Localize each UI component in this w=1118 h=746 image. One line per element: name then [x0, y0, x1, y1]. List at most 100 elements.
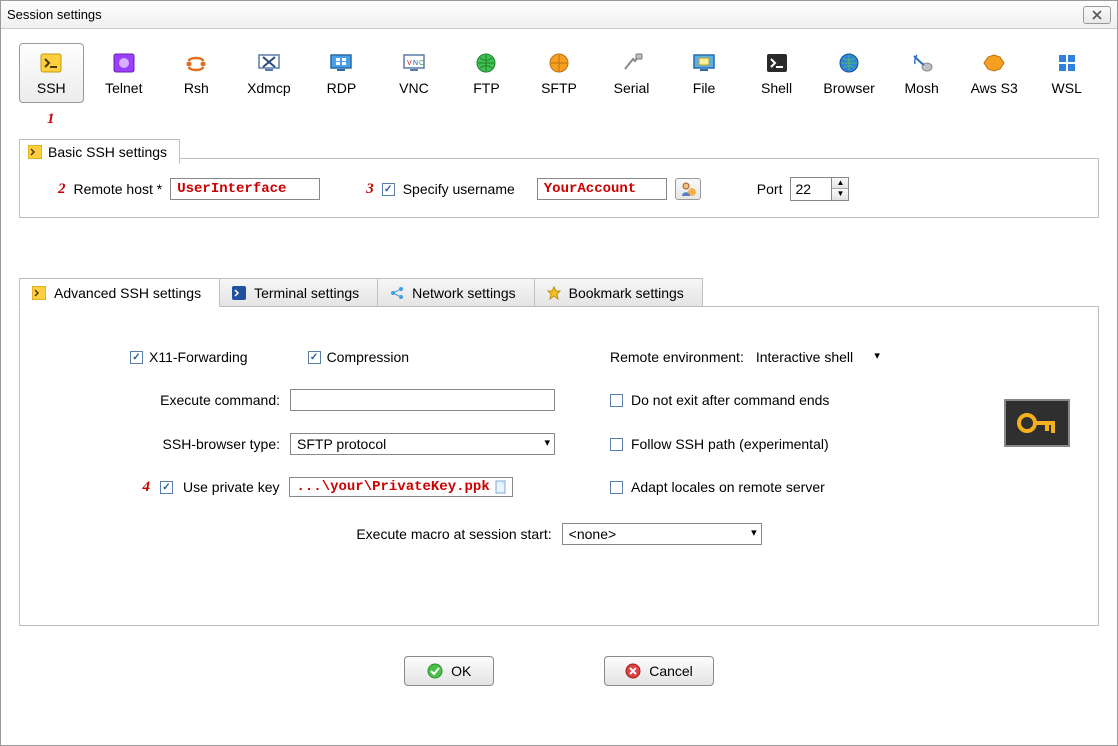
browser-icon: [836, 52, 862, 74]
annotation-4: 4: [130, 479, 150, 496]
session-type-telnet[interactable]: Telnet: [92, 43, 157, 103]
private-key-path: ...\your\PrivateKey.ppk: [296, 479, 489, 495]
telnet-icon: [111, 52, 137, 74]
session-type-ftp[interactable]: FTP: [454, 43, 519, 103]
ok-button[interactable]: OK: [404, 656, 494, 686]
person-icon: [680, 181, 696, 197]
svg-text:C: C: [419, 60, 424, 67]
serial-icon: [619, 52, 645, 74]
session-type-file[interactable]: File: [672, 43, 737, 103]
follow-path-label: Follow SSH path (experimental): [631, 436, 829, 452]
cancel-icon: [625, 663, 641, 679]
titlebar: Session settings: [1, 1, 1117, 29]
remote-host-label: Remote host *: [74, 181, 163, 197]
port-spinner[interactable]: ▲ ▼: [790, 177, 849, 201]
basic-settings-box: Basic SSH settings 2 Remote host * UserI…: [19, 158, 1099, 218]
wsl-icon: [1054, 52, 1080, 74]
advanced-body: X11-Forwarding Compression Remote enviro…: [19, 306, 1099, 626]
session-type-ssh-label: SSH: [22, 80, 81, 96]
terminal-small-icon: [232, 286, 246, 300]
network-small-icon: [390, 286, 404, 300]
user-picker-button[interactable]: [675, 178, 701, 200]
file-browse-icon[interactable]: [494, 480, 508, 494]
content-area: SSH Telnet Rsh Xdmcp: [1, 29, 1117, 745]
exec-cmd-input[interactable]: [290, 389, 555, 411]
exec-cmd-label: Execute command:: [130, 392, 280, 408]
tab-network[interactable]: Network settings: [377, 278, 534, 307]
follow-path-checkbox[interactable]: [610, 438, 623, 451]
sftp-icon: [546, 52, 572, 74]
cancel-button[interactable]: Cancel: [604, 656, 714, 686]
do-not-exit-checkbox[interactable]: [610, 394, 623, 407]
x11-checkbox[interactable]: [130, 351, 143, 364]
ssh-icon: [38, 52, 64, 74]
shell-icon: [764, 52, 790, 74]
ssh-small-icon: [28, 145, 42, 159]
session-settings-window: Session settings SSH Telnet: [0, 0, 1118, 746]
session-type-awss3[interactable]: Aws S3: [962, 43, 1027, 103]
svg-text:V: V: [407, 60, 412, 67]
do-not-exit-label: Do not exit after command ends: [631, 392, 829, 408]
window-title: Session settings: [7, 7, 1083, 22]
session-type-vnc[interactable]: VNC VNC: [382, 43, 447, 103]
remote-host-input[interactable]: UserInterface: [170, 178, 320, 200]
port-up-button[interactable]: ▲: [832, 178, 848, 189]
session-type-serial[interactable]: Serial: [599, 43, 664, 103]
tab-bookmark[interactable]: Bookmark settings: [534, 278, 703, 307]
adapt-locales-label: Adapt locales on remote server: [631, 479, 825, 495]
ssh-small-icon: [32, 286, 46, 300]
session-type-toolbar: SSH Telnet Rsh Xdmcp: [19, 43, 1099, 103]
session-type-rsh[interactable]: Rsh: [164, 43, 229, 103]
expert-settings-button[interactable]: [1004, 399, 1070, 447]
session-type-sftp[interactable]: SFTP: [527, 43, 592, 103]
close-button[interactable]: [1083, 6, 1111, 24]
ssh-browser-label: SSH-browser type:: [130, 436, 280, 452]
specify-username-checkbox[interactable]: [382, 183, 395, 196]
port-input[interactable]: [790, 177, 832, 201]
close-icon: [1092, 10, 1102, 20]
remote-env-label: Remote environment:: [610, 349, 744, 365]
use-private-key-label: Use private key: [183, 479, 279, 495]
username-input[interactable]: YourAccount: [537, 178, 667, 200]
use-private-key-checkbox[interactable]: [160, 481, 173, 494]
annotation-3: 3: [366, 181, 374, 198]
basic-settings-tab: Basic SSH settings: [19, 139, 180, 164]
star-icon: [547, 286, 561, 300]
x11-label: X11-Forwarding: [149, 349, 248, 365]
session-type-ssh[interactable]: SSH: [19, 43, 84, 103]
compression-label: Compression: [327, 349, 409, 365]
file-icon: [691, 52, 717, 74]
private-key-file-input[interactable]: ...\your\PrivateKey.ppk: [289, 477, 512, 497]
session-type-mosh[interactable]: Mosh: [889, 43, 954, 103]
specify-username-label: Specify username: [403, 181, 515, 197]
advanced-tabs: Advanced SSH settings Terminal settings …: [19, 278, 1099, 307]
svg-text:N: N: [413, 60, 418, 67]
ok-icon: [427, 663, 443, 679]
tab-terminal[interactable]: Terminal settings: [219, 278, 378, 307]
session-type-rdp[interactable]: RDP: [309, 43, 374, 103]
macro-label: Execute macro at session start:: [356, 526, 551, 542]
ftp-icon: [473, 52, 499, 74]
tab-advanced-ssh[interactable]: Advanced SSH settings: [19, 278, 220, 307]
rdp-icon: [328, 52, 354, 74]
rsh-icon: [183, 52, 209, 74]
session-type-shell[interactable]: Shell: [744, 43, 809, 103]
compression-checkbox[interactable]: [308, 351, 321, 364]
ssh-browser-select[interactable]: SFTP protocol: [290, 433, 555, 455]
adapt-locales-checkbox[interactable]: [610, 481, 623, 494]
awss3-icon: [981, 52, 1007, 74]
port-label: Port: [757, 181, 783, 197]
button-row: OK Cancel: [19, 656, 1099, 686]
session-type-wsl[interactable]: WSL: [1034, 43, 1099, 103]
key-icon: [1015, 408, 1059, 438]
annotation-2: 2: [58, 181, 66, 198]
annotation-1: 1: [47, 111, 1099, 128]
macro-select[interactable]: <none>: [562, 523, 762, 545]
session-type-browser[interactable]: Browser: [817, 43, 882, 103]
vnc-icon: VNC: [401, 52, 427, 74]
session-type-xdmcp[interactable]: Xdmcp: [237, 43, 302, 103]
mosh-icon: [909, 52, 935, 74]
basic-tab-label: Basic SSH settings: [48, 144, 167, 160]
remote-env-select[interactable]: Interactive shell: [752, 347, 882, 367]
port-down-button[interactable]: ▼: [832, 189, 848, 200]
